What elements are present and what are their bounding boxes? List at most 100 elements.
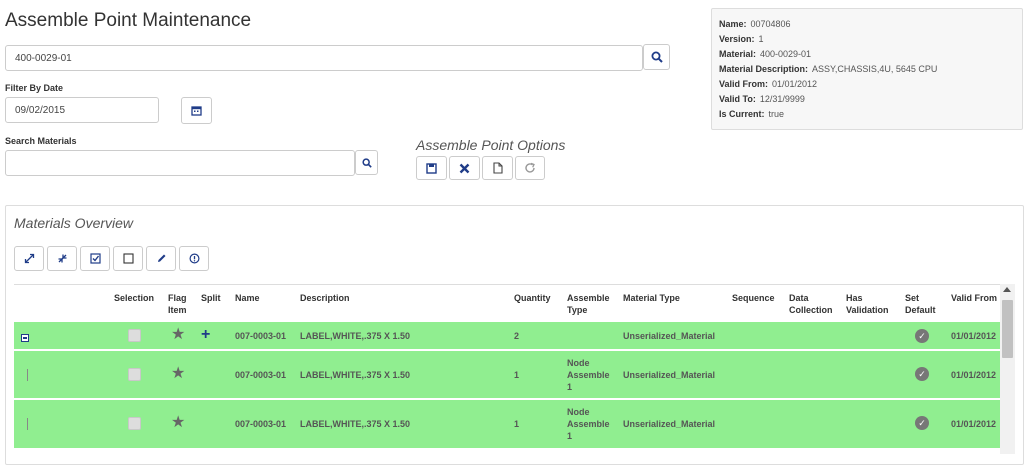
col-split[interactable]: Split (201, 292, 221, 304)
row-assemble-type-line3: 1 (567, 431, 573, 441)
search-materials-button[interactable] (355, 150, 378, 175)
material-search-input[interactable]: 400-0029-01 (5, 45, 643, 71)
col-data-collection[interactable]: Data (789, 292, 809, 304)
overview-title: Materials Overview (14, 215, 134, 231)
refresh-icon (525, 162, 535, 173)
deselect-all-button[interactable] (113, 246, 143, 271)
row-assemble-type-line3: 1 (567, 382, 573, 392)
col-selection[interactable]: Selection (114, 292, 154, 304)
default-check-icon[interactable]: ✓ (915, 416, 929, 430)
col-set-default[interactable]: Set (905, 292, 919, 304)
filter-date-input[interactable]: 09/02/2015 (5, 97, 159, 123)
star-icon[interactable]: ★ (171, 366, 185, 382)
search-icon (361, 157, 372, 168)
row-quantity: 1 (514, 370, 520, 380)
edit-button[interactable] (146, 246, 176, 271)
row-description: LABEL,WHITE,.375 X 1.50 (300, 419, 411, 429)
row-selection-checkbox[interactable] (128, 417, 141, 430)
exclamation-circle-icon (188, 253, 200, 264)
document-icon (492, 162, 503, 174)
info-valid-from: Valid From: 01/01/2012 (719, 79, 818, 89)
material-search-button[interactable] (643, 44, 670, 70)
search-materials-label: Search Materials (5, 136, 77, 146)
row-selection-checkbox[interactable] (128, 368, 141, 381)
info-is-current: Is Current: true (719, 109, 785, 119)
info-name: Name: 00704806 (719, 19, 791, 29)
table-row[interactable]: ★ + 007-0003-01 LABEL,WHITE,.375 X 1.50 … (14, 322, 1000, 350)
expand-icon (24, 253, 34, 264)
default-check-icon[interactable]: ✓ (915, 329, 929, 343)
info-button[interactable] (179, 246, 209, 271)
row-selection-checkbox[interactable] (128, 329, 141, 342)
refresh-button[interactable] (515, 156, 545, 180)
search-icon (651, 51, 663, 63)
col-quantity[interactable]: Quantity (514, 292, 551, 304)
collapse-all-button[interactable] (47, 246, 77, 271)
row-assemble-type-line2: Assemble (567, 419, 610, 429)
select-all-button[interactable] (80, 246, 110, 271)
tree-line (27, 369, 28, 381)
star-icon[interactable]: ★ (171, 415, 185, 431)
row-valid-from: 01/01/2012 (951, 419, 997, 429)
col-has-validation-line2: Validation (846, 305, 889, 315)
checked-box-icon (89, 253, 101, 264)
row-name: 007-0003-01 (235, 331, 287, 341)
row-quantity: 2 (514, 331, 520, 341)
col-sequence[interactable]: Sequence (732, 292, 775, 304)
grid-header: Selection Flag Item Split Name Descripti… (14, 284, 1015, 321)
row-valid-from: 01/01/2012 (951, 331, 997, 341)
col-material-type[interactable]: Material Type (623, 292, 680, 304)
row-assemble-type-line2: Assemble (567, 370, 610, 380)
expand-all-button[interactable] (14, 246, 44, 271)
pencil-icon (157, 254, 165, 262)
table-row[interactable]: ★ 007-0003-01 LABEL,WHITE,.375 X 1.50 1 … (14, 351, 1000, 399)
row-valid-from: 01/01/2012 (951, 370, 997, 380)
row-description: LABEL,WHITE,.375 X 1.50 (300, 370, 411, 380)
row-name: 007-0003-01 (235, 419, 287, 429)
compress-icon (58, 254, 66, 263)
info-valid-to: Valid To: 12/31/9999 (719, 94, 805, 104)
row-material-type: Unserialized_Material (623, 370, 716, 380)
col-flag-line2: Item (168, 305, 187, 315)
collapse-row-icon[interactable] (21, 334, 29, 342)
close-icon (459, 163, 470, 173)
save-icon (426, 162, 437, 174)
col-assemble-type[interactable]: Assemble (567, 292, 610, 304)
calendar-icon (191, 106, 202, 116)
row-description: LABEL,WHITE,.375 X 1.50 (300, 331, 411, 341)
default-check-icon[interactable]: ✓ (915, 367, 929, 381)
options-title: Assemble Point Options (416, 137, 566, 153)
tree-line (27, 418, 28, 430)
assemble-point-info-panel: Name: 00704806 Version: 1 Material: 400-002… (711, 8, 1023, 130)
col-valid-from[interactable]: Valid From (951, 292, 997, 304)
calendar-button[interactable] (181, 97, 212, 124)
col-description[interactable]: Description (300, 292, 350, 304)
search-materials-input[interactable] (5, 150, 355, 176)
new-document-button[interactable] (482, 156, 513, 180)
row-name: 007-0003-01 (235, 370, 287, 380)
info-material-description: Material Description: ASSY,CHASSIS,4U, 56… (719, 64, 938, 74)
col-assemble-type-line2: Type (567, 305, 588, 315)
save-button[interactable] (416, 156, 447, 180)
empty-box-icon (122, 253, 134, 264)
info-material: Material: 400-0029-01 (719, 49, 812, 59)
col-flag[interactable]: Flag (168, 292, 187, 304)
row-quantity: 1 (514, 419, 520, 429)
col-data-collection-line2: Collection (789, 305, 833, 315)
table-row[interactable]: ★ 007-0003-01 LABEL,WHITE,.375 X 1.50 1 … (14, 400, 1000, 449)
row-material-type: Unserialized_Material (623, 419, 716, 429)
star-icon[interactable]: ★ (171, 327, 185, 343)
filter-date-label: Filter By Date (5, 83, 64, 93)
delete-button[interactable] (449, 156, 480, 180)
row-material-type: Unserialized_Material (623, 331, 716, 341)
split-plus-icon[interactable]: + (201, 327, 210, 343)
scrollbar-thumb[interactable] (1002, 300, 1013, 358)
info-version: Version: 1 (719, 34, 764, 44)
scroll-up-icon[interactable] (1003, 287, 1011, 292)
col-has-validation[interactable]: Has (846, 292, 863, 304)
row-assemble-type: Node (567, 407, 590, 417)
row-assemble-type: Node (567, 358, 590, 368)
col-set-default-line2: Default (905, 305, 936, 315)
page-title: Assemble Point Maintenance (5, 10, 252, 31)
col-name[interactable]: Name (235, 292, 260, 304)
